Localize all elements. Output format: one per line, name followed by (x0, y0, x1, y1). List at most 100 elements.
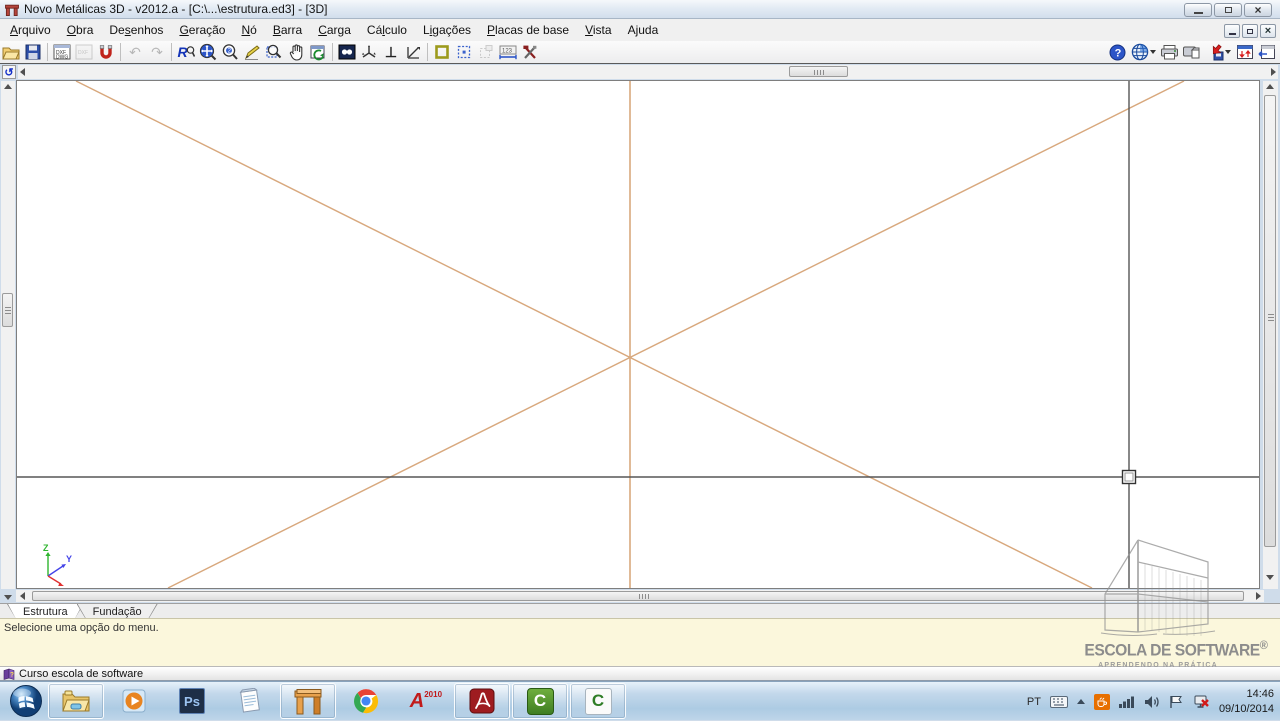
top-scrollbar-thumb[interactable] (789, 66, 848, 77)
view-3d-button[interactable] (336, 42, 358, 62)
rotate-axes-button[interactable] (358, 42, 380, 62)
isometric-view-button[interactable] (402, 42, 424, 62)
open-button[interactable] (0, 42, 22, 62)
menu-placas-de-base[interactable]: Placas de base (479, 20, 577, 40)
mdi-minimize-button[interactable] (1224, 24, 1240, 38)
svg-text:DXF: DXF (78, 50, 88, 56)
dimension-button[interactable]: 123 (497, 42, 519, 62)
select-group-button[interactable] (475, 42, 497, 62)
close-button[interactable]: × (1244, 3, 1272, 17)
network-disconnected-icon[interactable] (1193, 694, 1210, 709)
export-view-button[interactable] (1202, 42, 1234, 62)
menu-ajuda[interactable]: Ajuda (620, 20, 667, 40)
menu-carga[interactable]: Carga (310, 20, 359, 40)
import-dxf-icon: DXF DWG (53, 44, 71, 60)
print-preview-button[interactable] (1180, 42, 1202, 62)
scroll-down-arrow-icon[interactable] (1266, 575, 1274, 580)
start-button[interactable] (6, 683, 46, 719)
import-dxf-button[interactable]: DXF DWG (51, 42, 73, 62)
snap-magnet-button[interactable] (95, 42, 117, 62)
select-points-button[interactable] (453, 42, 475, 62)
left-scrollbar[interactable] (1, 81, 15, 589)
scroll-left-arrow-icon[interactable] (20, 68, 25, 76)
taskbar-chrome[interactable] (338, 683, 394, 719)
mdi-restore-button[interactable] (1242, 24, 1258, 38)
export-red-arrow-icon (1206, 44, 1224, 61)
restore-button[interactable] (1214, 3, 1242, 17)
redo-icon: ↷ (151, 45, 163, 59)
taskbar-camtasia-recorder[interactable]: C (570, 683, 626, 719)
undo-button[interactable]: ↶ (124, 42, 146, 62)
adobe-reader-icon (469, 688, 495, 714)
taskbar-windows-media-player[interactable] (106, 683, 162, 719)
scroll-up-arrow-icon[interactable] (1266, 84, 1274, 89)
menu-desenhos[interactable]: Desenhos (101, 20, 171, 40)
status-bar: Selecione uma opção do menu. (0, 618, 1280, 666)
scroll-up-arrow-icon[interactable] (4, 84, 12, 89)
bottom-scrollbar-thumb[interactable] (32, 591, 1244, 601)
top-scrollbar[interactable] (18, 65, 1278, 79)
volume-icon[interactable] (1144, 695, 1160, 709)
menu-vista[interactable]: Vista (577, 20, 619, 40)
tab-fundacao[interactable]: Fundação (77, 604, 158, 619)
scroll-right-arrow-icon[interactable] (1271, 68, 1276, 76)
web-button[interactable] (1128, 42, 1158, 62)
help-button[interactable]: ? (1106, 42, 1128, 62)
mdi-close-icon: × (1265, 26, 1271, 37)
zoom-mark-button[interactable]: R (175, 42, 197, 62)
save-button[interactable] (22, 42, 44, 62)
window-close-button[interactable] (1256, 42, 1278, 62)
mdi-close-button[interactable]: × (1260, 24, 1276, 38)
perpendicular-view-button[interactable]: ⊥ (380, 42, 402, 62)
taskbar-autocad-2010[interactable]: A 2010 (396, 683, 452, 719)
scroll-left-arrow-icon[interactable] (20, 592, 25, 600)
zoom-window-button[interactable] (263, 42, 285, 62)
menu-barra[interactable]: Barra (265, 20, 310, 40)
save-icon (25, 44, 41, 60)
menu-geracao[interactable]: Geração (171, 20, 233, 40)
bottom-scrollbar[interactable] (16, 590, 1264, 602)
settings-tools-button[interactable] (519, 42, 541, 62)
menu-arquivo[interactable]: Arquivo (2, 20, 59, 40)
export-dxf-button[interactable]: DXF (73, 42, 95, 62)
network-signal-icon[interactable] (1119, 695, 1135, 708)
taskbar-clock[interactable]: 14:46 09/10/2014 (1219, 687, 1274, 717)
java-update-icon[interactable] (1094, 694, 1110, 710)
scroll-down-arrow-icon[interactable] (4, 595, 12, 600)
pan-button[interactable] (285, 42, 307, 62)
right-scrollbar[interactable] (1263, 81, 1278, 589)
app-icon[interactable] (5, 3, 19, 16)
rotate-view-icon[interactable]: ↺ (2, 65, 16, 79)
right-scrollbar-thumb[interactable] (1264, 95, 1276, 547)
taskbar-camtasia-studio[interactable]: C (512, 683, 568, 719)
drawing-canvas[interactable]: Z Y X (16, 80, 1260, 589)
taskbar-notepad[interactable] (222, 683, 278, 719)
select-region-icon (434, 44, 450, 60)
minimize-button[interactable] (1184, 3, 1212, 17)
zoom-scale-button[interactable]: 2 (219, 42, 241, 62)
zoom-extents-button[interactable] (197, 42, 219, 62)
redraw-button[interactable] (241, 42, 263, 62)
taskbar-adobe-reader[interactable] (454, 683, 510, 719)
window-arrange-button[interactable] (1234, 42, 1256, 62)
left-scrollbar-thumb[interactable] (2, 293, 13, 327)
refresh-view-button[interactable] (307, 42, 329, 62)
explorer-folder-icon (61, 689, 91, 713)
tab-estrutura[interactable]: Estrutura (7, 604, 84, 619)
taskbar-photoshop[interactable]: Ps (164, 683, 220, 719)
scroll-right-arrow-icon[interactable] (1256, 592, 1261, 600)
menu-calculo[interactable]: Cálculo (359, 20, 415, 40)
language-indicator[interactable]: PT (1027, 696, 1041, 708)
show-hidden-icons[interactable] (1077, 699, 1085, 704)
print-button[interactable] (1158, 42, 1180, 62)
select-region-button[interactable] (431, 42, 453, 62)
menu-ligacoes[interactable]: Ligações (415, 20, 479, 40)
taskbar-metalicas-3d[interactable] (280, 683, 336, 719)
keyboard-icon[interactable] (1050, 696, 1068, 708)
action-center-flag-icon[interactable] (1169, 695, 1184, 709)
menu-obra[interactable]: Obra (59, 20, 102, 40)
menu-no[interactable]: Nó (233, 20, 264, 40)
redo-button[interactable]: ↷ (146, 42, 168, 62)
taskbar-windows-explorer[interactable] (48, 683, 104, 719)
magnet-icon (98, 44, 114, 60)
